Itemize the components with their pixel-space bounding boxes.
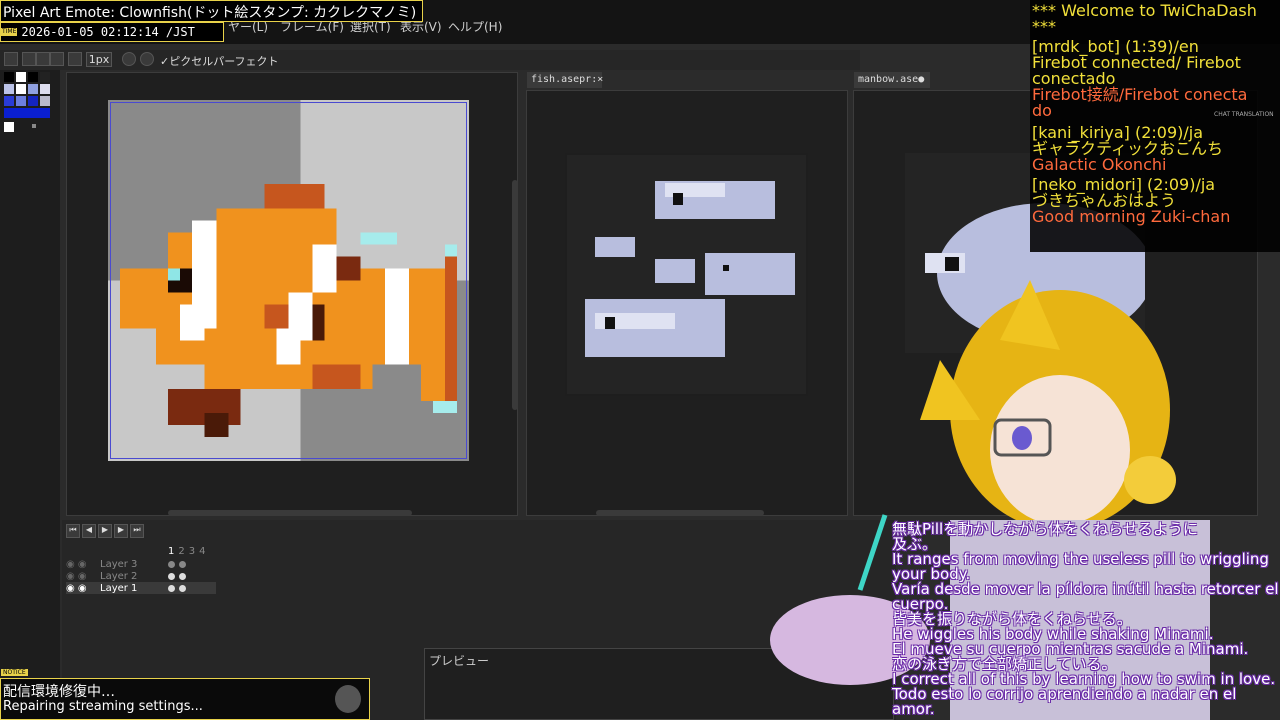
chat-header-2: *** (1032, 17, 1056, 36)
horizontal-scrollbar[interactable] (168, 510, 412, 516)
color-palette[interactable] (4, 72, 56, 132)
first-frame-button[interactable]: ⏮ (66, 524, 80, 538)
subtitle-line: Varía desde mover la píldora inútil hast… (892, 580, 1279, 598)
tab-manbow[interactable]: manbow.ase● (854, 72, 930, 88)
notice-line-ja: 配信環境修復中… (3, 684, 115, 700)
clownfish-canvas[interactable] (108, 100, 469, 461)
layer-list: ◉ ◉ Layer 3 ◉ ◉ Layer 2 ◉ ◉ Layer 1 (66, 558, 216, 594)
chat-translation-badge: CHAT TRANSLATION (1214, 111, 1274, 118)
play-button[interactable]: ▶ (98, 524, 112, 538)
vertical-scrollbar[interactable] (512, 180, 518, 410)
chat-translation: do (1032, 101, 1052, 120)
last-frame-button[interactable]: ⏭ (130, 524, 144, 538)
playback-controls: ⏮ ◀ ▶ ▶ ⏭ (66, 524, 144, 538)
dot-button[interactable] (68, 52, 82, 66)
frame-number[interactable]: 3 (189, 546, 195, 557)
notice-line-en: Repairing streaming settings... (3, 699, 203, 714)
stream-datetime: 2026-01-05 02:12:14 /JST (21, 25, 195, 39)
stop-button[interactable] (50, 52, 64, 66)
stream-title: Pixel Art Emote: Clownfish(ドット絵スタンプ: カクレ… (0, 0, 424, 22)
prev-frame-button[interactable]: ◀ (82, 524, 96, 538)
add-button[interactable] (22, 52, 36, 66)
chat-translation: Firebot接続/Firebot conecta (1032, 85, 1248, 104)
next-frame-button[interactable]: ▶ (114, 524, 128, 538)
layer-label: Layer 3 (100, 558, 138, 570)
chat-header: *** Welcome to TwiChaDash (1032, 1, 1257, 20)
layer-eye-lock-icon[interactable]: ◉ ◉ (66, 583, 96, 594)
toolbar-button[interactable] (4, 52, 18, 66)
pixel-perfect-checkbox[interactable]: ✓ピクセルパーフェクト (160, 53, 279, 69)
subtitle-box: 無駄Pillを動かしながら体をくねらせるように 及ぶ。 It ranges fr… (892, 522, 1280, 717)
palette-panel (0, 70, 60, 720)
layer-eye-lock-icon[interactable]: ◉ ◉ (66, 559, 96, 570)
chat-translation: Galactic Okonchi (1032, 155, 1167, 174)
menu-help[interactable]: ヘルプ(H) (448, 18, 502, 35)
subtitle-line: 無駄Pillを動かしながら体をくねらせるように (892, 520, 1198, 538)
layer-label: Layer 1 (100, 582, 138, 594)
cel-dot[interactable] (168, 560, 175, 568)
frame-number[interactable]: 4 (199, 546, 205, 557)
pressure-icon[interactable] (122, 52, 136, 66)
layer-label: Layer 2 (100, 570, 138, 582)
cel-dot[interactable] (168, 584, 175, 592)
cel-dot[interactable] (179, 560, 186, 568)
notice-box: NOTICE 配信環境修復中… Repairing streaming sett… (0, 669, 370, 720)
avatar-icon (335, 685, 361, 713)
tab-fish[interactable]: fish.asepr:× (527, 72, 603, 88)
subtitle-line: Todo esto lo corrijo aprendiendo a nadar… (892, 685, 1237, 703)
cel-dot[interactable] (179, 572, 186, 580)
frame-number[interactable]: 2 (178, 546, 184, 557)
chat-translation: Good morning Zuki-chan (1032, 207, 1231, 226)
subtitle-line: amor. (892, 700, 935, 718)
brush-size-field[interactable]: 1px (86, 52, 112, 67)
horizontal-scrollbar-2[interactable] (596, 510, 764, 516)
frame-header: 1 2 3 4 (168, 546, 206, 557)
dynamics-icon[interactable] (140, 52, 154, 66)
layer-row[interactable]: ◉ ◉ Layer 2 (66, 570, 216, 582)
notice-badge: NOTICE (1, 669, 28, 676)
stream-time: TIME 2026-01-05 02:12:14 /JST (0, 22, 224, 42)
layer-row[interactable]: ◉ ◉ Layer 3 (66, 558, 216, 570)
pixel-perfect-label: ピクセルパーフェクト (169, 55, 279, 68)
time-badge: TIME (1, 28, 18, 36)
square-button[interactable] (36, 52, 50, 66)
cel-dot[interactable] (179, 584, 186, 592)
layer-row-active[interactable]: ◉ ◉ Layer 1 (66, 582, 216, 594)
frame-number[interactable]: 1 (168, 546, 174, 557)
layer-eye-lock-icon[interactable]: ◉ ◉ (66, 571, 96, 582)
cel-dot[interactable] (168, 572, 175, 580)
